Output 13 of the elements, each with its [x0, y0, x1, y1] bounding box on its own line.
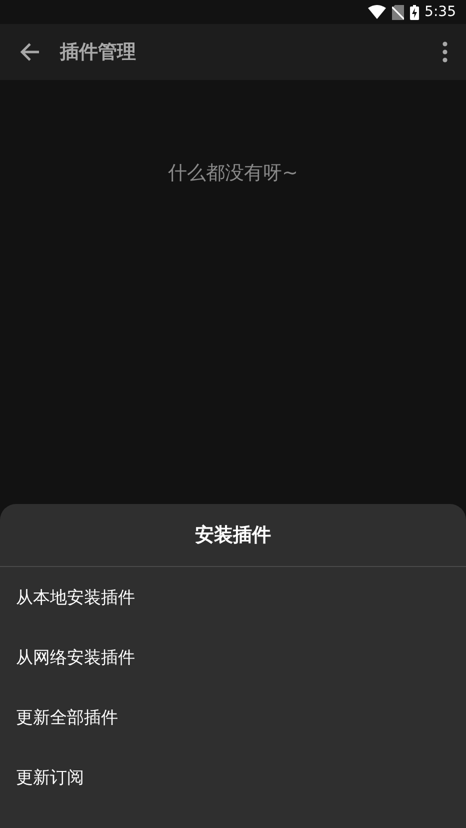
more-menu-icon[interactable] — [442, 41, 448, 63]
menu-item[interactable]: 更新全部插件 — [0, 687, 466, 747]
page-title: 插件管理 — [60, 40, 137, 65]
clock-time: 5:35 — [424, 4, 456, 20]
wifi-icon — [368, 5, 386, 19]
menu-item[interactable]: 从本地安装插件 — [0, 567, 466, 627]
back-arrow-icon[interactable] — [20, 42, 40, 62]
menu-item[interactable]: 从网络安装插件 — [0, 627, 466, 687]
no-sim-icon — [392, 4, 404, 20]
sheet-title: 安装插件 — [0, 504, 466, 567]
menu-item[interactable]: 更新订阅 — [0, 747, 466, 807]
empty-message: 什么都没有呀~ — [168, 161, 298, 186]
battery-icon — [410, 4, 419, 20]
